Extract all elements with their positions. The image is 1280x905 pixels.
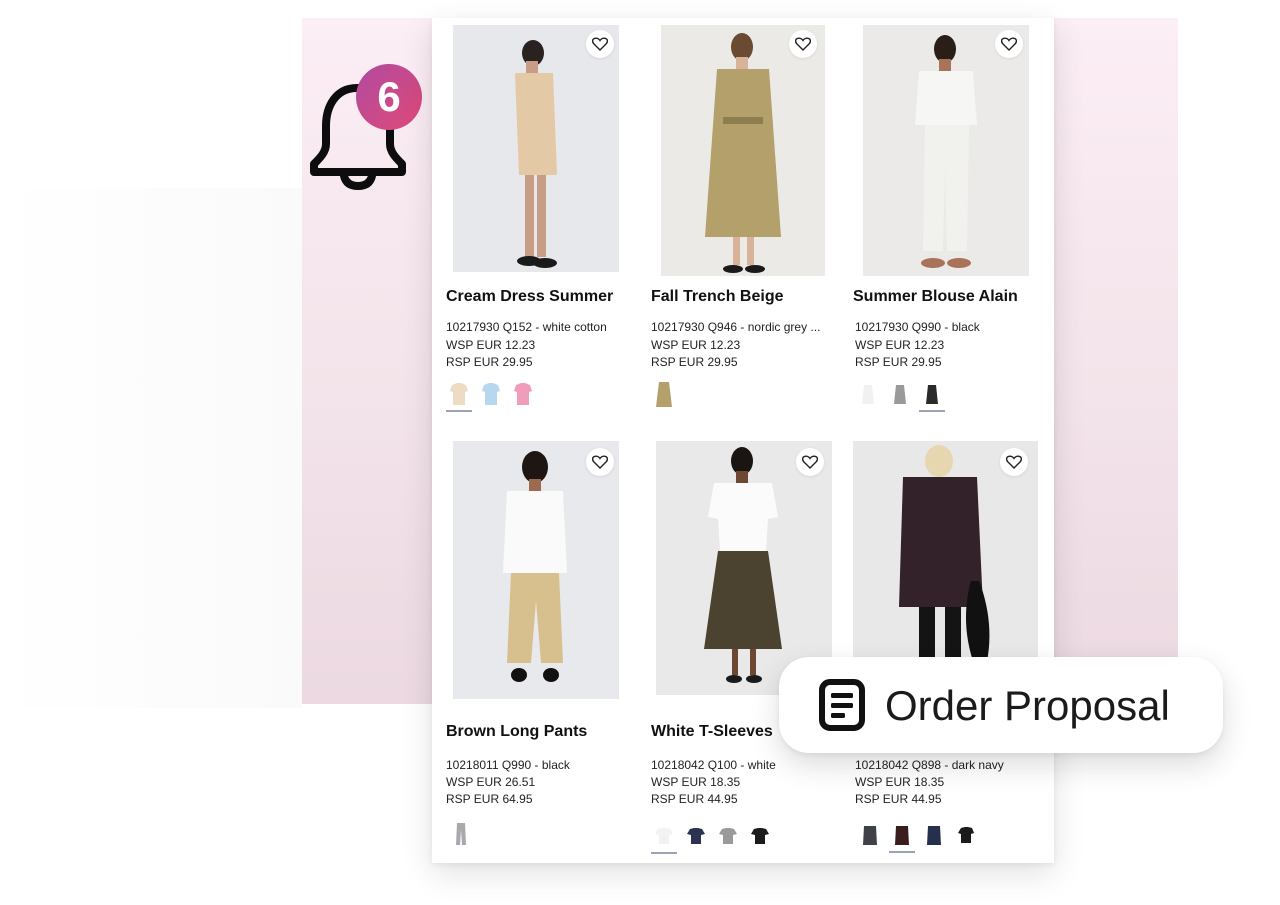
color-swatches [446, 380, 534, 412]
retail-price: RSP EUR 29.95 [855, 355, 942, 369]
model-figure [515, 40, 557, 268]
product-sku: 10217930 Q152 - white cotton [446, 320, 607, 334]
wholesale-price: WSP EUR 18.35 [651, 775, 741, 789]
order-proposal-label: Order Proposal [885, 682, 1170, 729]
swatch-pink[interactable] [512, 380, 534, 408]
swatch-light-blue[interactable] [480, 380, 502, 408]
model-figure [503, 451, 567, 682]
retail-price: RSP EUR 44.95 [651, 792, 738, 806]
favorite-button[interactable] [789, 30, 817, 58]
swatch-dark-navy[interactable] [923, 821, 945, 849]
heart-icon [1001, 37, 1017, 51]
product-sku: 10217930 Q946 - nordic grey ... [651, 320, 821, 334]
swatch-charcoal[interactable] [859, 821, 881, 849]
model-figure [899, 445, 990, 681]
swatch-black[interactable] [919, 380, 945, 412]
heart-icon [795, 37, 811, 51]
color-swatches [651, 822, 771, 854]
product-sku: 10217930 Q990 - black [855, 320, 980, 334]
product-sku: 10218011 Q990 - black [446, 758, 570, 772]
product-name[interactable]: Fall Trench Beige [651, 288, 783, 306]
heart-icon [592, 455, 608, 469]
swatch-beige[interactable] [653, 380, 675, 408]
product-sku: 10218042 Q898 - dark navy [855, 758, 1004, 772]
product-sku: 10218042 Q100 - white [651, 758, 776, 772]
product-image[interactable] [661, 25, 825, 276]
wholesale-price: WSP EUR 12.23 [651, 338, 741, 352]
color-swatches [450, 820, 472, 848]
document-icon [819, 679, 865, 731]
retail-price: RSP EUR 44.95 [855, 792, 942, 806]
product-name[interactable]: Summer Blouse Alain [853, 288, 1018, 306]
product-name[interactable]: White T-Sleeves [651, 723, 773, 741]
swatch-grey[interactable] [889, 380, 911, 408]
wholesale-price: WSP EUR 12.23 [446, 338, 536, 352]
swatch-cream[interactable] [446, 380, 472, 412]
retail-price: RSP EUR 29.95 [651, 355, 738, 369]
retail-price: RSP EUR 29.95 [446, 355, 533, 369]
favorite-button[interactable] [586, 30, 614, 58]
color-swatches [857, 380, 945, 412]
notification-count-badge: 6 [356, 64, 422, 130]
swatch-black[interactable] [749, 822, 771, 850]
swatch-white[interactable] [651, 822, 677, 854]
swatch-white[interactable] [857, 380, 879, 408]
swatch-grey[interactable] [717, 822, 739, 850]
wholesale-price: WSP EUR 26.51 [446, 775, 536, 789]
heart-icon [592, 37, 608, 51]
model-figure [705, 33, 781, 273]
product-image[interactable] [453, 441, 619, 699]
product-image[interactable] [453, 25, 619, 272]
product-image[interactable] [863, 25, 1029, 276]
order-proposal-button[interactable]: Order Proposal [779, 657, 1223, 753]
wholesale-price: WSP EUR 12.23 [855, 338, 945, 352]
swatch-brown[interactable] [889, 821, 915, 853]
favorite-button[interactable] [586, 448, 614, 476]
favorite-button[interactable] [995, 30, 1023, 58]
product-image[interactable] [853, 441, 1038, 681]
product-name[interactable]: Cream Dress Summer [446, 288, 613, 306]
background-fade [0, 188, 302, 708]
product-name[interactable]: Brown Long Pants [446, 723, 587, 741]
swatch-black[interactable] [955, 821, 977, 849]
heart-icon [1006, 455, 1022, 469]
swatch-grey[interactable] [450, 820, 472, 848]
wholesale-price: WSP EUR 18.35 [855, 775, 945, 789]
favorite-button[interactable] [796, 448, 824, 476]
favorite-button[interactable] [1000, 448, 1028, 476]
color-swatches [859, 821, 977, 853]
swatch-navy[interactable] [685, 822, 707, 850]
model-figure [915, 35, 977, 268]
retail-price: RSP EUR 64.95 [446, 792, 533, 806]
heart-icon [802, 455, 818, 469]
color-swatches [653, 380, 675, 408]
